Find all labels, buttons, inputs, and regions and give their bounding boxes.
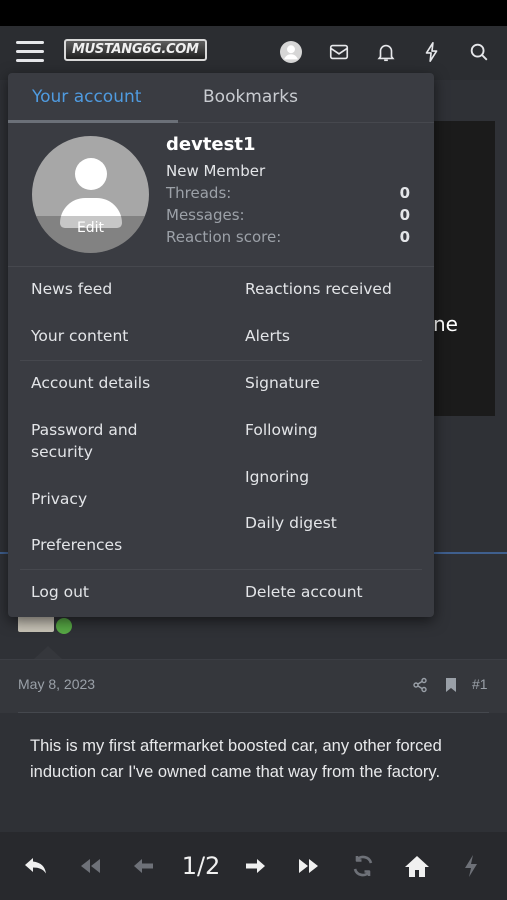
stat-value-reaction-score: 0 [399,228,410,246]
stat-value-messages: 0 [399,206,410,224]
link-preferences[interactable]: Preferences [31,534,211,556]
account-menu-tabs: Your account Bookmarks [8,73,434,123]
menu-icon[interactable] [16,41,44,63]
lightning-icon[interactable] [457,852,485,880]
online-status-icon [54,616,74,636]
share-icon[interactable] [412,677,428,693]
user-placeholder-icon [75,158,107,190]
link-privacy[interactable]: Privacy [31,488,211,510]
stat-value-threads: 0 [399,184,410,202]
last-page-icon[interactable] [295,852,323,880]
home-icon[interactable] [403,852,431,880]
tab-your-account[interactable]: Your account [32,87,141,107]
site-logo[interactable]: MUSTANG6G.COM [64,39,207,61]
stat-label-reaction-score: Reaction score: [166,228,282,246]
link-reactions-received[interactable]: Reactions received [245,278,425,300]
delete-account-button[interactable]: Delete account [245,581,425,603]
post-pointer [34,646,62,659]
reply-icon[interactable] [22,852,50,880]
avatar-icon[interactable] [277,38,305,66]
link-following[interactable]: Following [245,419,425,441]
mail-icon[interactable] [325,38,353,66]
refresh-icon[interactable] [349,852,377,880]
link-password-and-security[interactable]: Password and security [31,419,181,463]
link-alerts[interactable]: Alerts [245,325,425,347]
link-your-content[interactable]: Your content [31,325,211,347]
account-menu: Your account Bookmarks Edit devtest1 New… [8,73,434,617]
prev-page-icon[interactable] [130,852,158,880]
lightning-icon[interactable] [418,38,446,66]
status-bar [0,0,507,26]
bottom-nav: 1/2 [0,832,507,900]
thread-hero-image [433,121,495,416]
link-ignoring[interactable]: Ignoring [245,466,425,488]
first-page-icon[interactable] [76,852,104,880]
top-nav: MUSTANG6G.COM [0,26,507,80]
menu-divider [20,569,422,570]
menu-divider [8,266,434,267]
active-tab-indicator [8,120,178,123]
page-indicator[interactable]: 1/2 [181,852,221,880]
link-account-details[interactable]: Account details [31,372,211,394]
tab-bookmarks[interactable]: Bookmarks [203,87,298,107]
link-signature[interactable]: Signature [245,372,425,394]
avatar[interactable]: Edit [32,136,149,253]
link-daily-digest[interactable]: Daily digest [245,512,425,534]
user-title: New Member [166,162,266,180]
username[interactable]: devtest1 [166,134,255,155]
next-page-icon[interactable] [241,852,269,880]
avatar-edit-label[interactable]: Edit [32,220,149,236]
hero-text-fragment: ne [433,312,458,336]
post-date[interactable]: May 8, 2023 [18,676,95,692]
stat-label-messages: Messages: [166,206,245,224]
bell-icon[interactable] [372,38,400,66]
stat-label-threads: Threads: [166,184,232,202]
link-news-feed[interactable]: News feed [31,278,211,300]
post-body: This is my first aftermarket boosted car… [30,737,442,781]
post-number[interactable]: #1 [472,676,488,692]
bookmark-icon[interactable] [444,677,458,693]
logout-button[interactable]: Log out [31,581,211,603]
search-icon[interactable] [465,38,493,66]
post-divider [18,712,489,713]
menu-divider [20,360,422,361]
